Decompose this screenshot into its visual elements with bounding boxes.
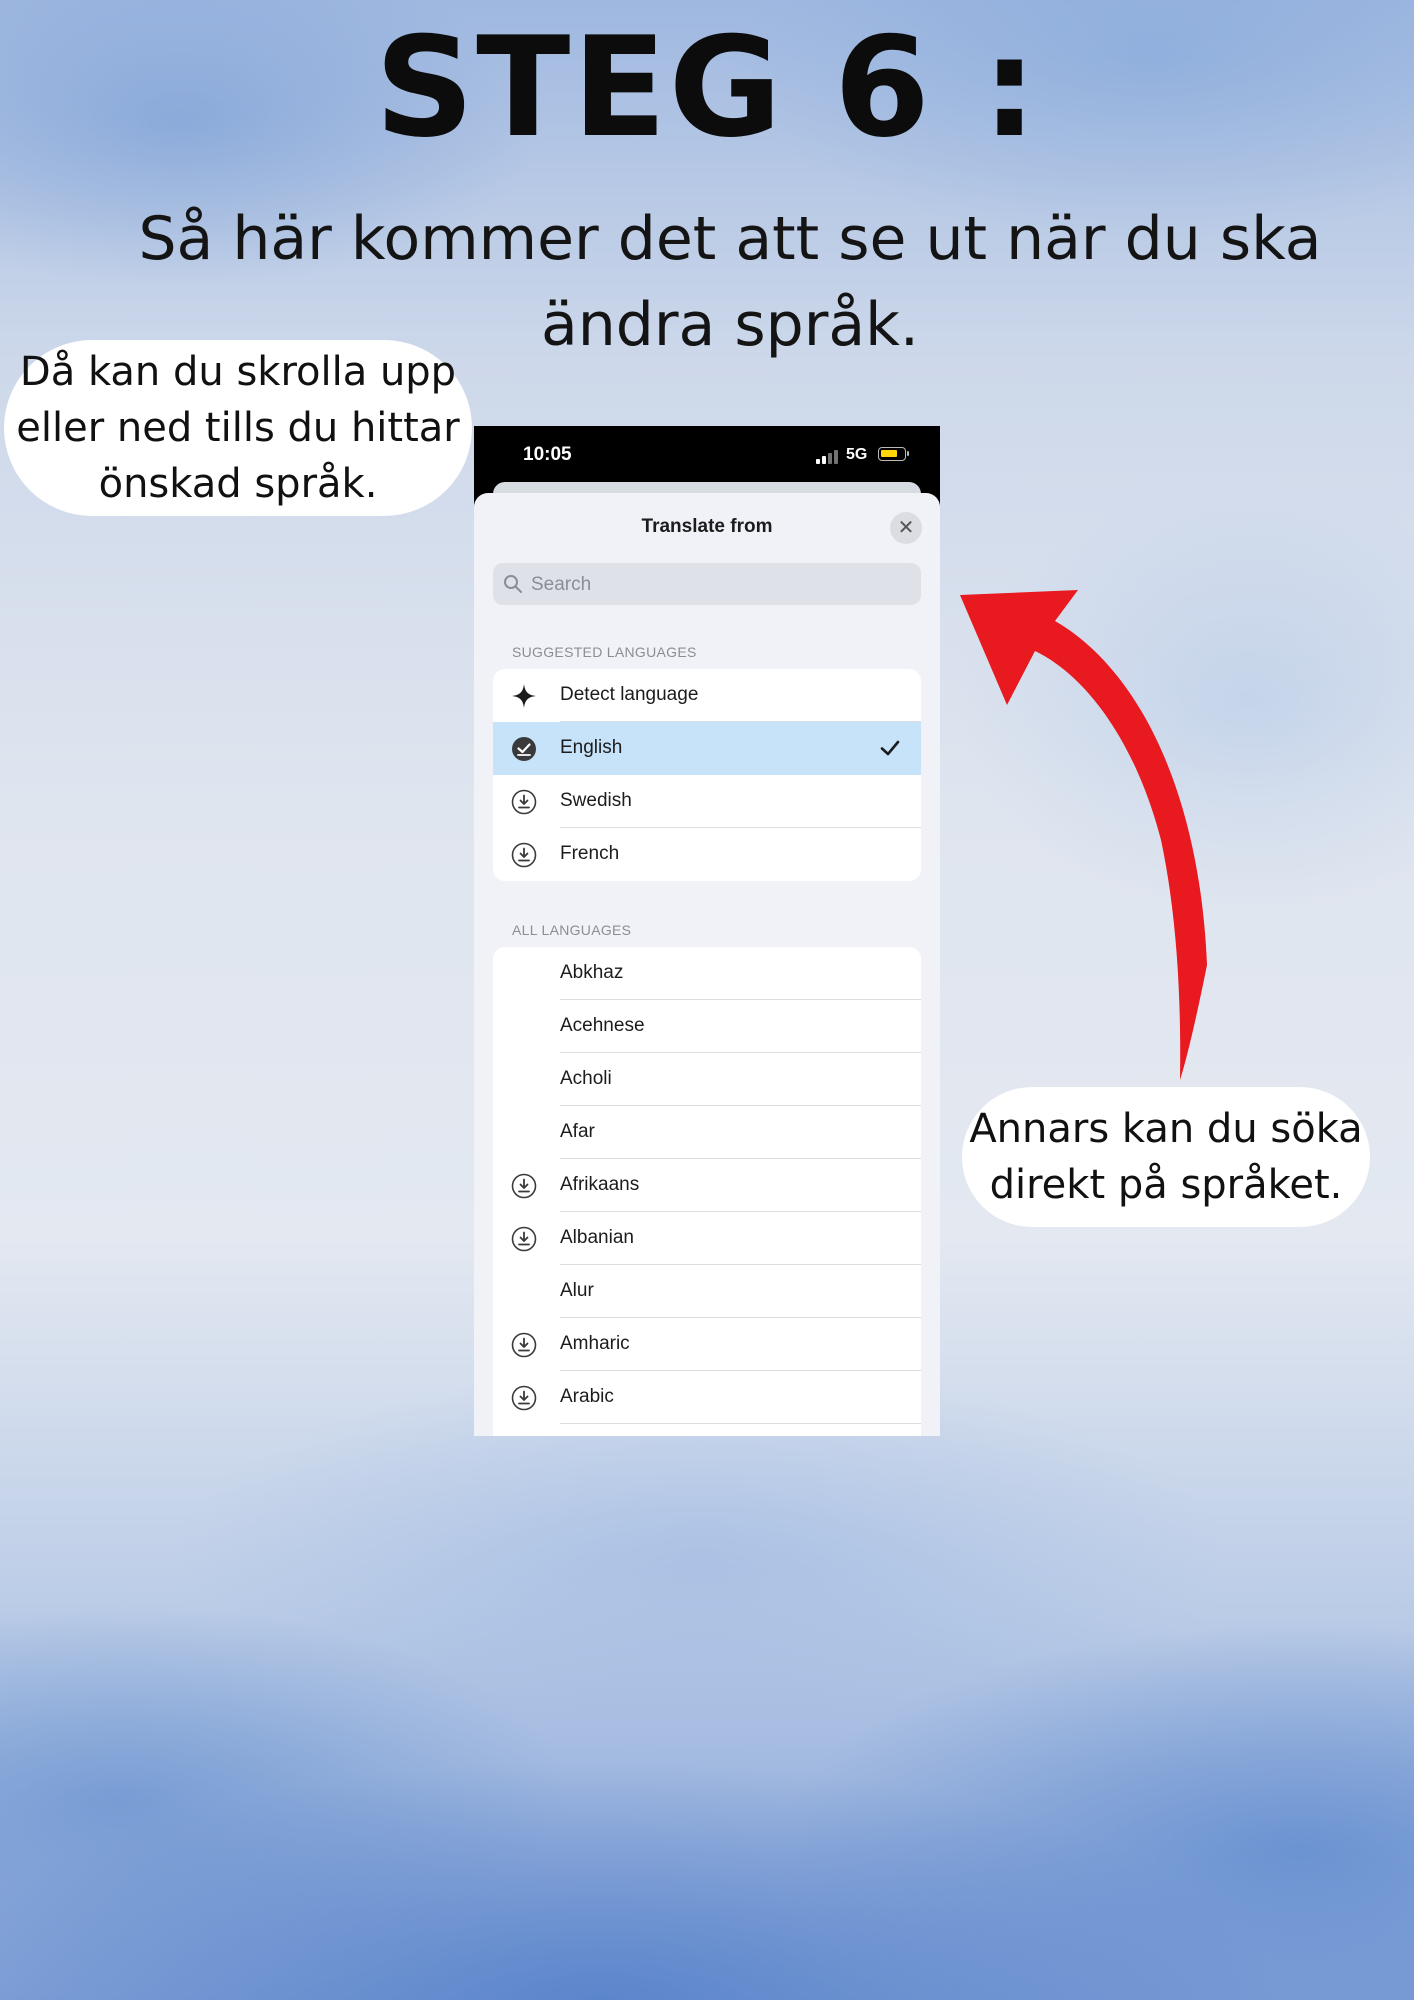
language-row-albanian[interactable]: Albanian — [493, 1212, 921, 1265]
language-label: French — [560, 843, 620, 864]
scroll-hint-bubble: Då kan du skrolla upp eller ned tills du… — [4, 340, 472, 516]
phone-screenshot: 10:05 5G Translate from ✕ SUGGESTED LANG… — [474, 426, 940, 1436]
suggested-languages-list: Detect language English Swedish French — [493, 669, 921, 881]
language-row-arabic[interactable]: Arabic — [493, 1371, 921, 1424]
language-label: Arabic — [560, 1386, 614, 1407]
download-icon — [511, 789, 537, 815]
language-row-abkhaz[interactable]: Abkhaz — [493, 947, 921, 1000]
download-icon — [511, 1332, 537, 1358]
red-arrow-annotation — [960, 590, 1207, 1080]
language-row-afrikaans[interactable]: Afrikaans — [493, 1159, 921, 1212]
download-icon — [511, 842, 537, 868]
close-button[interactable]: ✕ — [890, 512, 922, 544]
language-label: Abkhaz — [560, 962, 624, 983]
language-label: Afar — [560, 1121, 595, 1142]
search-field[interactable] — [493, 563, 921, 607]
search-hint-line: Annars kan du söka — [969, 1106, 1363, 1152]
checkmark-icon — [880, 740, 900, 756]
sparkle-icon — [512, 684, 536, 708]
language-row-afar[interactable]: Afar — [493, 1106, 921, 1159]
download-icon — [511, 1226, 537, 1252]
suggested-languages-header: SUGGESTED LANGUAGES — [512, 644, 697, 660]
language-row-acholi[interactable]: Acholi — [493, 1053, 921, 1106]
downloaded-check-icon — [512, 737, 536, 761]
scroll-hint-line: Då kan du skrolla upp — [19, 349, 457, 395]
language-row-english[interactable]: English — [493, 722, 921, 775]
all-languages-list: Abkhaz Acehnese Acholi Afar Afrikaans Albania… — [493, 947, 921, 1436]
close-icon: ✕ — [897, 517, 915, 539]
network-type: 5G — [846, 446, 868, 463]
language-label: Alur — [560, 1280, 594, 1301]
language-label: Swedish — [560, 790, 632, 811]
download-icon — [511, 1173, 537, 1199]
status-bar: 10:05 5G — [474, 426, 940, 484]
language-label: English — [560, 737, 623, 758]
language-label: Acehnese — [560, 1015, 645, 1036]
language-row-swedish[interactable]: Swedish — [493, 775, 921, 828]
all-languages-header: ALL LANGUAGES — [512, 922, 632, 938]
download-icon — [511, 1385, 537, 1411]
battery-icon — [878, 447, 909, 461]
language-label: Afrikaans — [560, 1174, 640, 1195]
search-input[interactable] — [529, 563, 913, 607]
scroll-hint-line: önskad språk. — [98, 461, 378, 507]
sheet-title: Translate from — [641, 516, 773, 537]
language-row-amharic[interactable]: Amharic — [493, 1318, 921, 1371]
language-label: Acholi — [560, 1068, 612, 1089]
search-hint-bubble: Annars kan du söka direkt på språket. — [962, 1087, 1370, 1227]
language-row-detect[interactable]: Detect language — [493, 669, 921, 722]
poster-title: STEG 6 : — [374, 7, 1040, 168]
language-row-alur[interactable]: Alur — [493, 1265, 921, 1318]
signal-icon — [816, 448, 840, 464]
search-icon — [504, 575, 522, 593]
status-time: 10:05 — [523, 444, 572, 465]
language-label: Amharic — [560, 1333, 630, 1354]
language-label: Detect language — [560, 684, 699, 705]
language-row-french[interactable]: French — [493, 828, 921, 881]
language-label: Albanian — [560, 1227, 634, 1248]
translate-from-sheet: Translate from ✕ SUGGESTED LANGUAGES Det… — [474, 493, 940, 1436]
search-hint-line: direkt på språket. — [989, 1162, 1343, 1208]
language-row-acehnese[interactable]: Acehnese — [493, 1000, 921, 1053]
scroll-hint-line: eller ned tills du hittar — [16, 405, 460, 451]
